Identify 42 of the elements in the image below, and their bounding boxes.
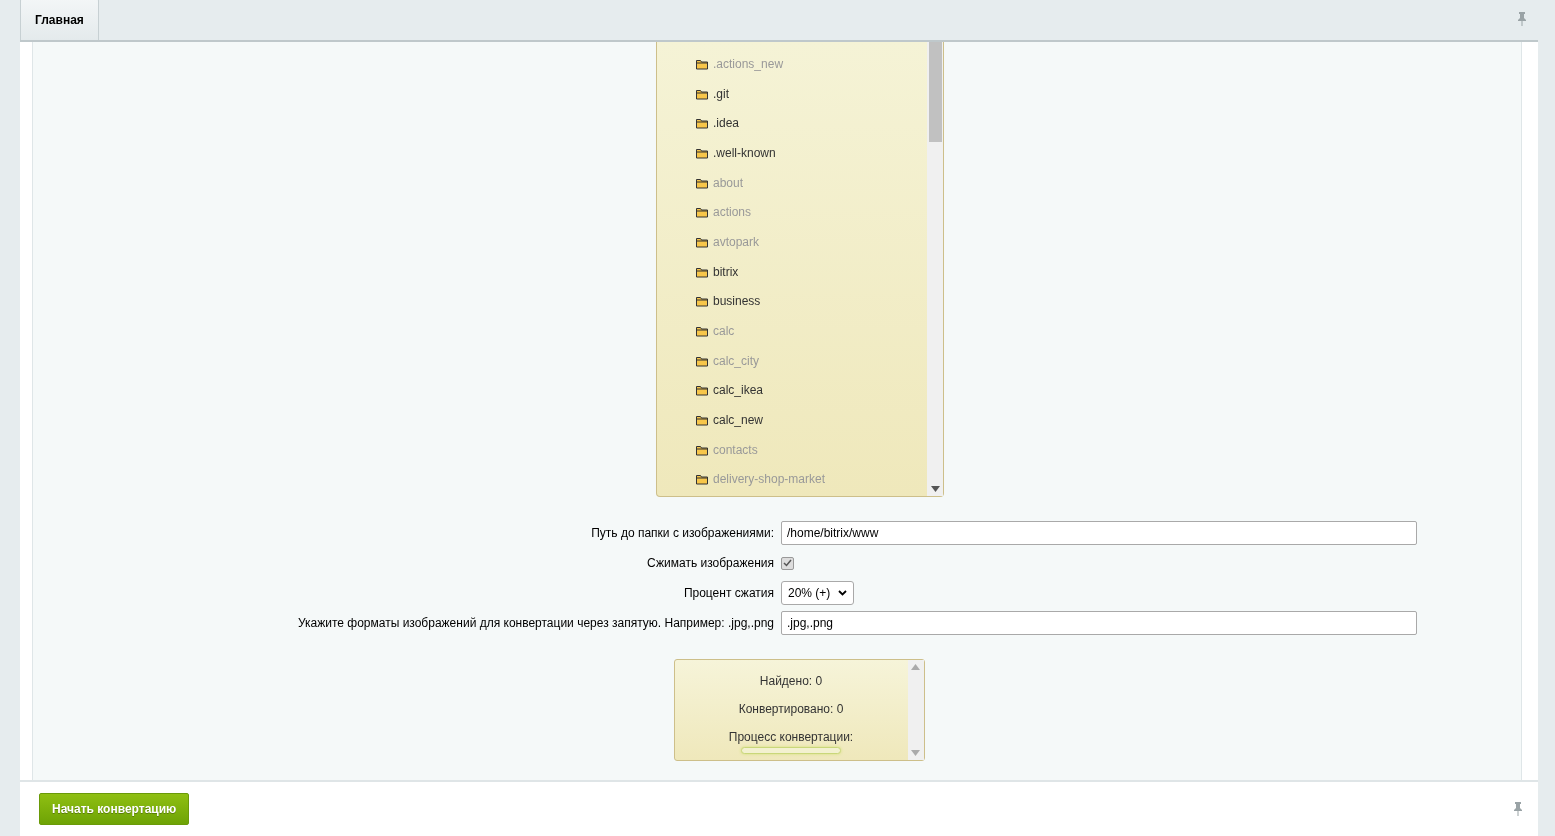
field-label: Сжимать изображения <box>646 555 774 572</box>
folder-icon <box>696 235 708 248</box>
folder-icon <box>696 57 708 70</box>
folder-icon <box>696 354 708 367</box>
folder-icon <box>696 384 708 397</box>
input-field[interactable]: .jpg,.png <box>781 611 1417 635</box>
folder-icon <box>696 443 708 456</box>
folder-icon <box>696 325 708 338</box>
pin-icon[interactable] <box>1512 802 1524 816</box>
folder-icon <box>696 176 708 189</box>
folder-name[interactable]: calc_ikea <box>713 381 764 400</box>
folder-icon <box>696 117 708 130</box>
field-label: Процент сжатия <box>682 585 774 602</box>
folder-name[interactable]: business <box>713 292 761 311</box>
folder-icon <box>696 473 708 486</box>
scroll-down-icon[interactable] <box>930 486 940 492</box>
pin-icon[interactable] <box>1516 12 1528 26</box>
folder-name[interactable]: bitrix <box>713 262 739 281</box>
scrollbar-thumb[interactable] <box>928 42 942 142</box>
checkbox[interactable] <box>781 556 794 570</box>
converted-count: Конвертировано: 0 <box>738 701 844 718</box>
found-count: Найдено: 0 <box>759 673 823 690</box>
select-field[interactable]: 20% (+) <box>781 581 855 605</box>
chevron-icon <box>838 590 848 596</box>
scroll-up-icon[interactable] <box>911 664 920 670</box>
folder-name[interactable]: .idea <box>713 114 740 133</box>
tab[interactable]: Главная <box>20 0 99 40</box>
folder-name[interactable]: .well-known <box>713 143 776 162</box>
progress-label: Процесс конвертации: <box>728 729 854 746</box>
folder-name[interactable]: .git <box>713 84 729 103</box>
folder-icon <box>696 146 708 159</box>
folder-icon <box>696 265 708 278</box>
field-label: Укажите форматы изображений для конвертации через запятую. Например: .jpg,.png <box>296 615 774 632</box>
folder-icon <box>696 295 708 308</box>
scrollbar[interactable] <box>907 660 924 760</box>
input-field[interactable]: /home/bitrix/www <box>781 521 1417 545</box>
folder-icon <box>696 414 708 427</box>
folder-icon <box>696 206 708 219</box>
field-label: Путь до папки с изображениями: <box>590 525 774 542</box>
scrollbar[interactable] <box>927 42 943 496</box>
folder-icon <box>696 87 708 100</box>
folder-name[interactable]: calc_new <box>713 411 764 430</box>
